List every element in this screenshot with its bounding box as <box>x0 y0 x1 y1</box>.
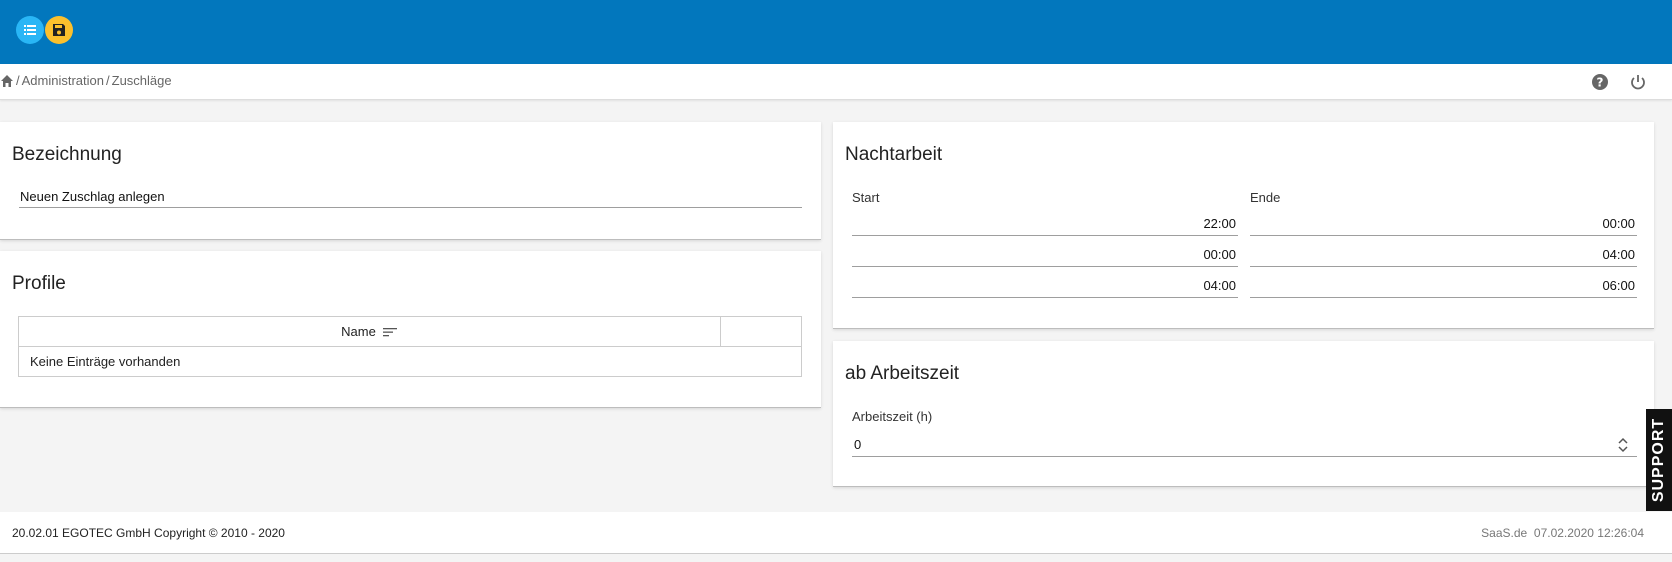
start-time-input[interactable]: 00:00 <box>852 245 1238 267</box>
stepper-arrows-icon[interactable] <box>1617 437 1629 453</box>
power-icon[interactable] <box>1629 73 1647 91</box>
nachtarbeit-card: Nachtarbeit Start Ende 22:00 00:00 00:00… <box>833 122 1654 329</box>
start-time-input[interactable]: 22:00 <box>852 214 1238 236</box>
end-time-input[interactable]: 06:00 <box>1250 276 1637 298</box>
column-header-actions <box>721 317 801 346</box>
arbeitszeit-value: 0 <box>854 437 862 452</box>
table-row-empty: Keine Einträge vorhanden <box>19 347 801 376</box>
nachtarbeit-title: Nachtarbeit <box>845 144 943 165</box>
breadcrumb-bar: / Administration / Zuschläge ? <box>0 64 1672 100</box>
start-time-input[interactable]: 04:00 <box>852 276 1238 298</box>
list-button[interactable] <box>16 16 44 44</box>
breadcrumb-item-administration[interactable]: Administration <box>22 73 104 88</box>
end-label: Ende <box>1250 190 1281 205</box>
breadcrumb: / Administration / Zuschläge <box>0 73 172 88</box>
start-label: Start <box>852 190 880 205</box>
sort-icon[interactable] <box>382 326 398 338</box>
column-header-name[interactable]: Name <box>19 317 721 346</box>
copyright-text: 20.02.01 EGOTEC GmbH Copyright © 2010 - … <box>12 526 285 540</box>
arbeitszeit-label: Arbeitszeit (h) <box>852 409 933 424</box>
table-header: Name <box>19 317 801 347</box>
ab-arbeitszeit-card: ab Arbeitszeit Arbeitszeit (h) 0 <box>833 341 1654 487</box>
support-tab[interactable]: SUPPORT <box>1646 409 1672 511</box>
svg-text:?: ? <box>1597 76 1604 90</box>
end-time-input[interactable]: 04:00 <box>1250 245 1637 267</box>
top-app-bar <box>0 0 1672 64</box>
column-name-label: Name <box>341 324 376 339</box>
end-time-input[interactable]: 00:00 <box>1250 214 1637 236</box>
breadcrumb-item-zuschlaege: Zuschläge <box>111 73 172 88</box>
footer: 20.02.01 EGOTEC GmbH Copyright © 2010 - … <box>0 512 1672 554</box>
profile-title: Profile <box>12 273 66 294</box>
breadcrumb-separator: / <box>106 73 110 88</box>
breadcrumb-separator: / <box>16 73 20 88</box>
ab-arbeitszeit-title: ab Arbeitszeit <box>845 363 960 384</box>
support-label: SUPPORT <box>1650 417 1667 503</box>
arbeitszeit-stepper[interactable]: 0 <box>852 435 1637 457</box>
home-icon[interactable] <box>0 74 14 88</box>
profile-card: Profile Name Keine Einträge vorhanden <box>0 251 821 408</box>
help-icon[interactable]: ? <box>1591 73 1609 91</box>
timestamp: 07.02.2020 12:26:04 <box>1533 526 1644 540</box>
save-button[interactable] <box>45 16 73 44</box>
bezeichnung-card: Bezeichnung Neuen Zuschlag anlegen <box>0 122 821 240</box>
bezeichnung-input[interactable]: Neuen Zuschlag anlegen <box>19 188 802 208</box>
save-icon <box>53 24 65 36</box>
footer-status: SaaS.de 07.02.2020 12:26:04 <box>1481 526 1644 540</box>
empty-message: Keine Einträge vorhanden <box>30 354 181 369</box>
bezeichnung-title: Bezeichnung <box>12 144 122 165</box>
list-icon <box>24 25 36 35</box>
brand-link[interactable]: SaaS.de <box>1481 526 1527 540</box>
profile-table: Name Keine Einträge vorhanden <box>18 316 802 377</box>
